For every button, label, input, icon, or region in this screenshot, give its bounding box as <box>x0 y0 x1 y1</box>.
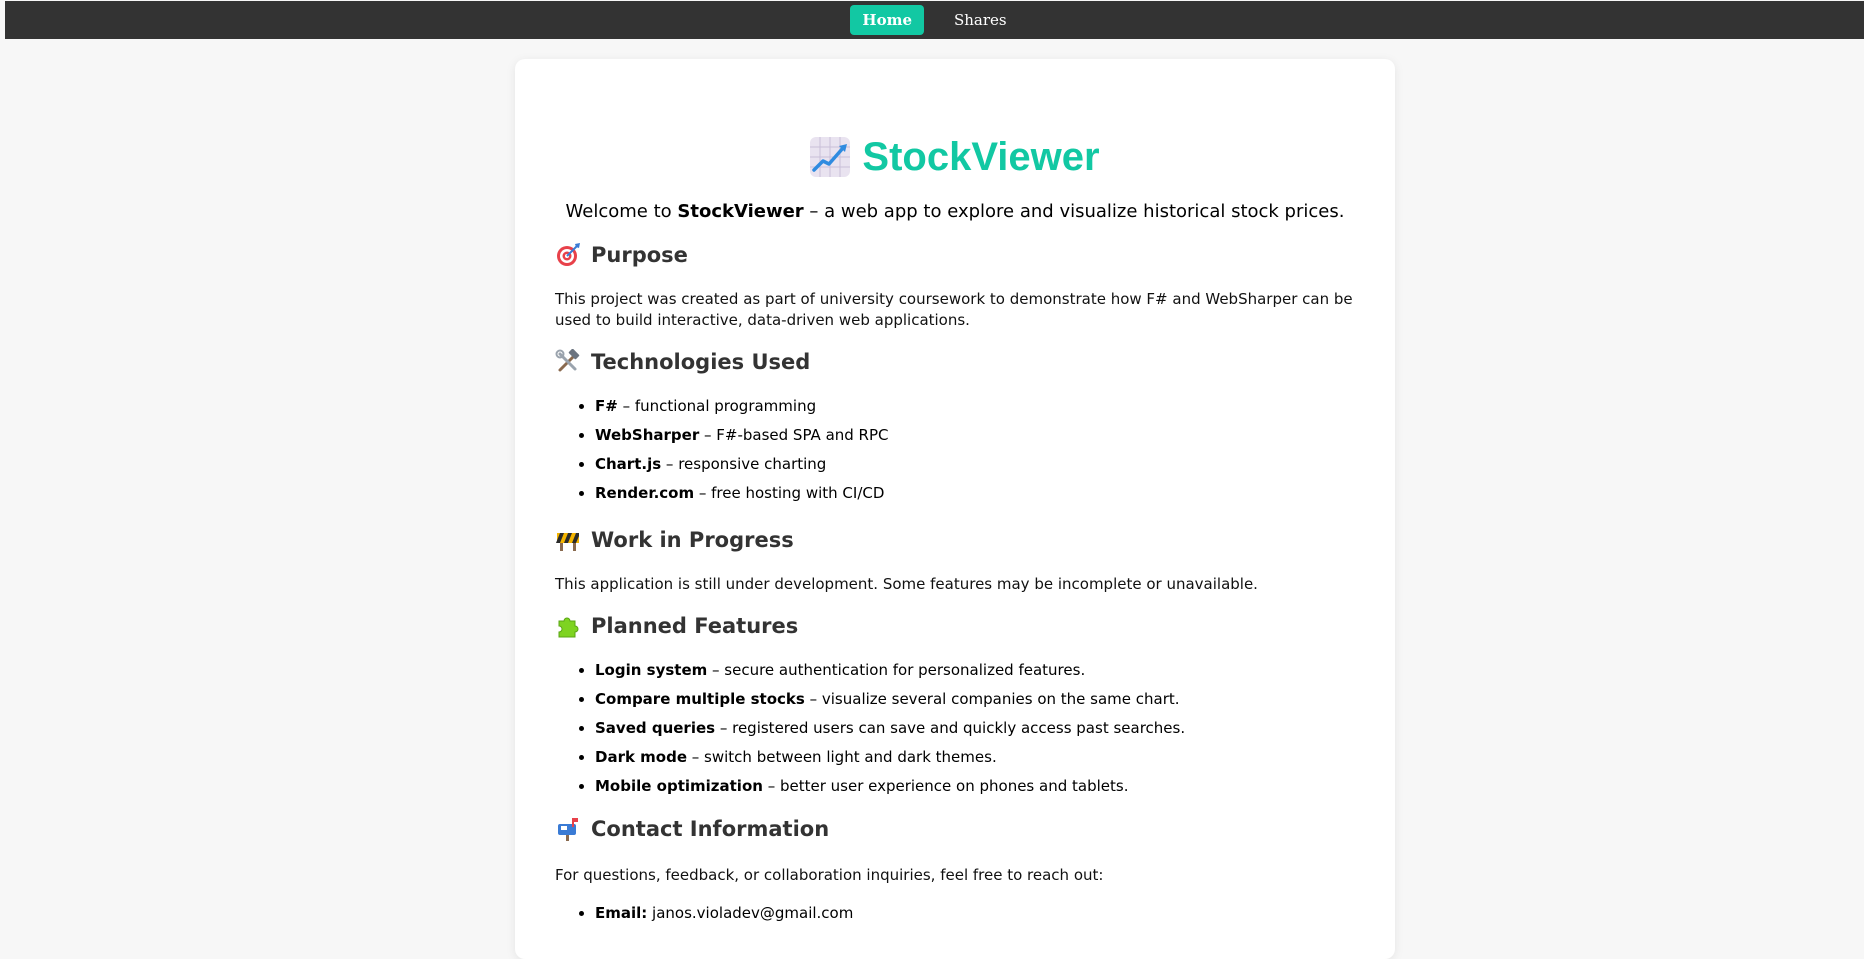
page-title: StockViewer <box>555 134 1355 180</box>
list-item: WebSharper – F#-based SPA and RPC <box>595 421 889 450</box>
list-item: Compare multiple stocks – visualize seve… <box>595 685 1185 714</box>
planned-title: Planned Features <box>591 614 799 638</box>
home-card: StockViewer Welcome to StockViewer – a w… <box>515 59 1395 959</box>
technologies-title: Technologies Used <box>591 350 811 374</box>
planned-list: Login system – secure authentication for… <box>555 656 1185 801</box>
contact-heading: Contact Information <box>555 815 829 843</box>
purpose-heading: Purpose <box>555 241 688 269</box>
welcome-app-name: StockViewer <box>677 201 804 222</box>
chart-increasing-icon <box>810 137 851 177</box>
planned-heading: Planned Features <box>555 612 798 640</box>
app-title: StockViewer <box>862 135 1100 179</box>
list-item: Login system – secure authentication for… <box>595 656 1185 685</box>
nav-shares-link[interactable]: Shares <box>942 5 1019 35</box>
welcome-text: Welcome to StockViewer – a web app to ex… <box>565 201 1345 222</box>
list-item: F# – functional programming <box>595 392 889 421</box>
nav-home-link[interactable]: Home <box>850 5 924 35</box>
puzzle-piece-icon <box>555 613 581 639</box>
wip-text: This application is still under developm… <box>555 575 1258 593</box>
list-item: Saved queries – registered users can sav… <box>595 714 1185 743</box>
technologies-list: F# – functional programming WebSharper –… <box>555 392 889 508</box>
direct-hit-icon <box>555 242 581 268</box>
wip-heading: Work in Progress <box>555 526 794 554</box>
construction-icon <box>555 527 581 553</box>
technologies-heading: Technologies Used <box>555 348 810 376</box>
email-address[interactable]: janos.violadev@gmail.com <box>647 904 853 922</box>
contact-title: Contact Information <box>591 817 830 841</box>
purpose-text: This project was created as part of univ… <box>555 290 1353 329</box>
list-item: Render.com – free hosting with CI/CD <box>595 479 889 508</box>
wip-title: Work in Progress <box>591 528 794 552</box>
list-item: Dark mode – switch between light and dar… <box>595 743 1185 772</box>
list-item: Email: janos.violadev@gmail.com <box>595 899 853 928</box>
list-item: Mobile optimization – better user experi… <box>595 772 1185 801</box>
top-navbar: Home Shares <box>5 1 1864 39</box>
page: Home Shares StockViewer Welcome to Stock… <box>5 0 1864 959</box>
mailbox-icon <box>555 816 581 842</box>
contact-list: Email: janos.violadev@gmail.com <box>555 899 853 928</box>
list-item: Chart.js – responsive charting <box>595 450 889 479</box>
hammer-wrench-icon <box>555 348 581 375</box>
contact-text: For questions, feedback, or collaboratio… <box>555 866 1104 884</box>
purpose-title: Purpose <box>591 243 688 267</box>
